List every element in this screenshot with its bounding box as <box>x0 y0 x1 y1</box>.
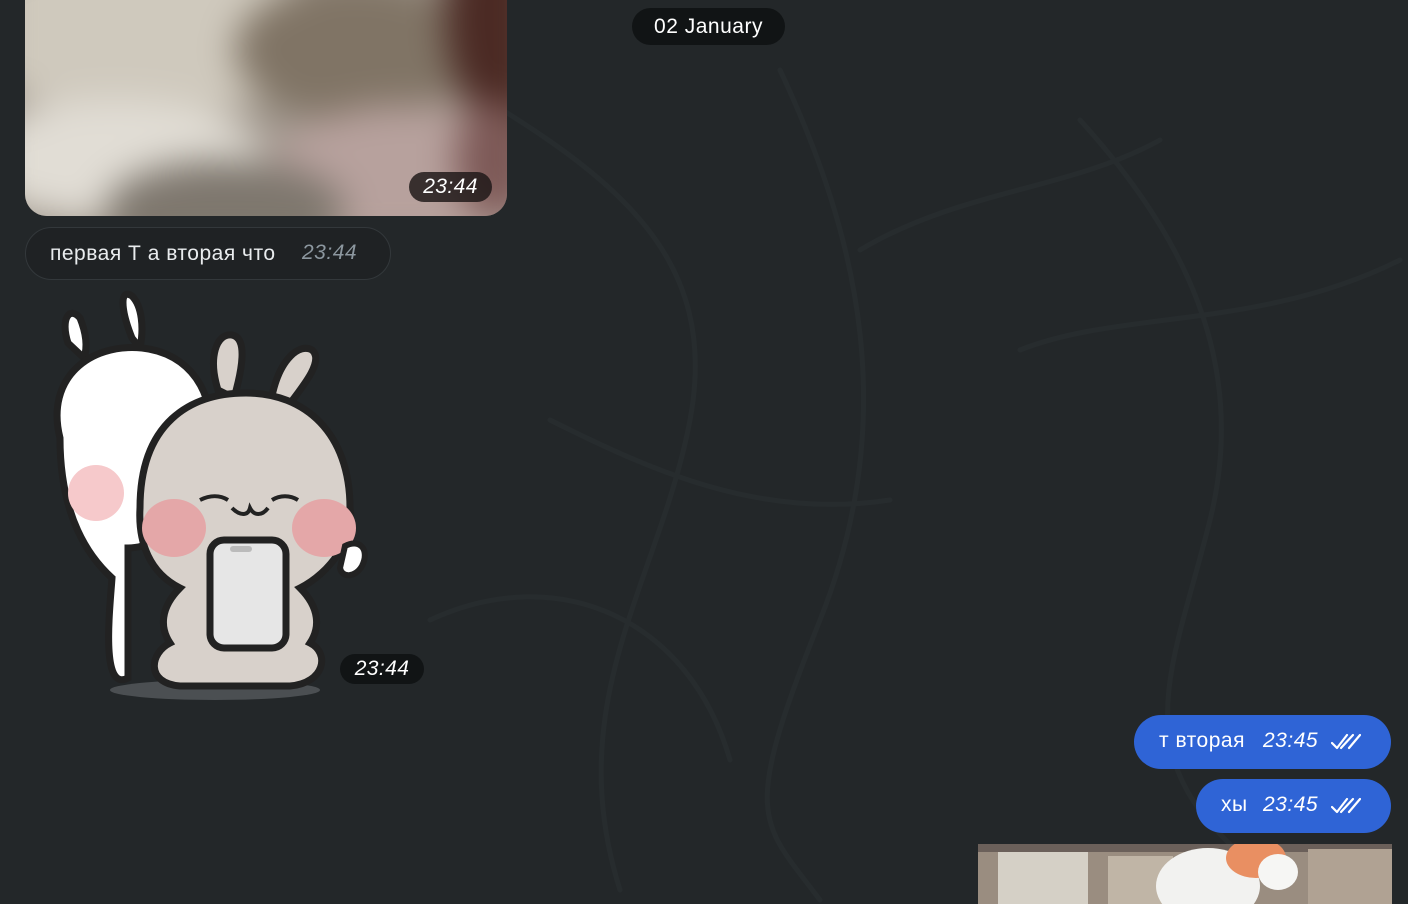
outgoing-photo-message[interactable] <box>978 844 1392 904</box>
double-check-icon <box>1331 797 1361 814</box>
incoming-text-message[interactable]: первая Т а вторая что 23:44 <box>25 227 391 280</box>
bunny-sticker[interactable] <box>50 288 380 708</box>
message-text: т вторая <box>1159 729 1245 752</box>
chat-window: 02 January 23:44 первая Т а вторая что 2… <box>0 0 1408 904</box>
outgoing-text-message[interactable]: хы 23:45 <box>1196 779 1391 833</box>
message-time: 23:44 <box>340 654 424 684</box>
message-time: 23:44 <box>302 241 358 264</box>
incoming-photo-message[interactable]: 23:44 <box>25 0 507 216</box>
double-check-icon <box>1331 733 1361 750</box>
date-separator: 02 January <box>632 8 785 45</box>
message-text: хы <box>1221 793 1248 816</box>
message-text: первая Т а вторая что <box>50 241 276 265</box>
outgoing-text-message[interactable]: т вторая 23:45 <box>1134 715 1391 769</box>
message-time: 23:44 <box>409 172 492 202</box>
message-time: 23:45 <box>1263 729 1319 752</box>
cropped-photo-preview <box>978 844 1392 904</box>
message-time: 23:45 <box>1263 793 1319 816</box>
